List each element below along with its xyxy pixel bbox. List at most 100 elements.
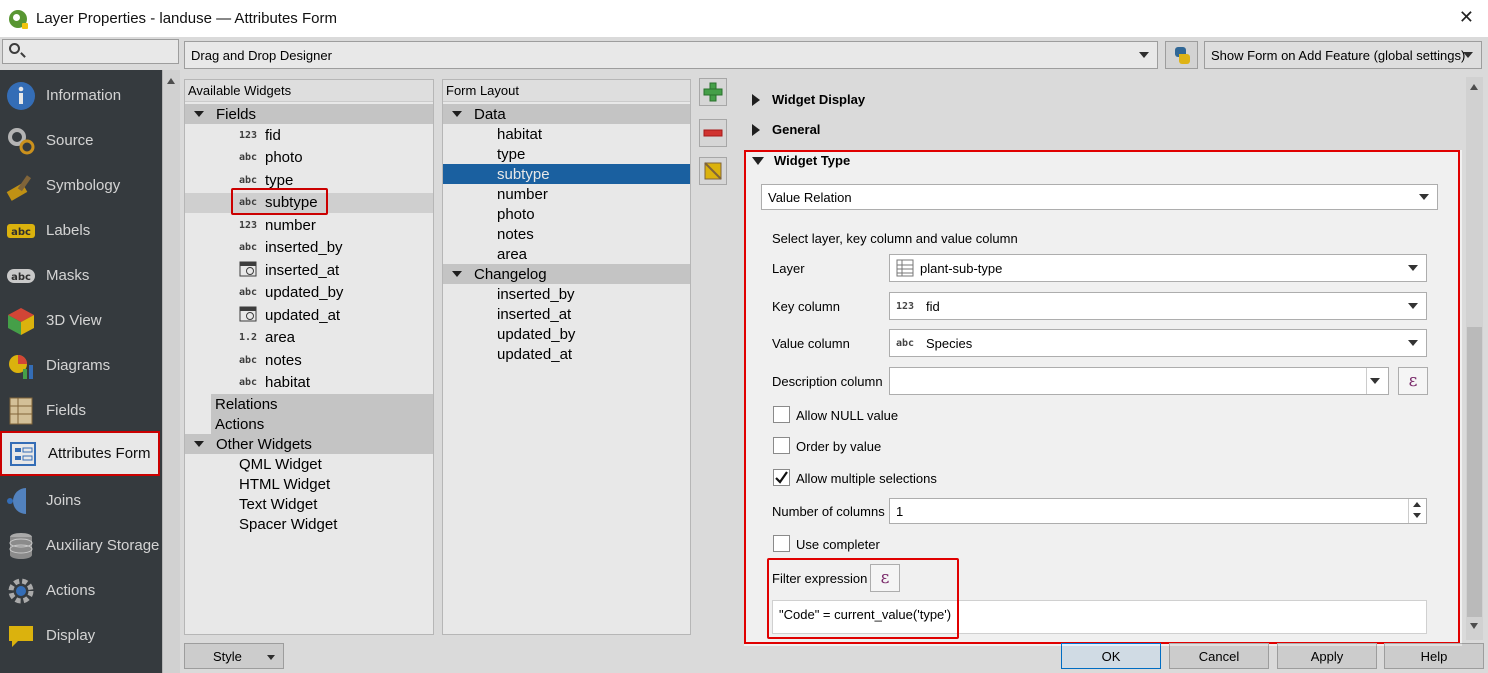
form-layout-item-habitat[interactable]: habitat <box>443 124 690 144</box>
invert-selection-button[interactable] <box>699 157 727 185</box>
form-layout-item-inserted_at[interactable]: inserted_at <box>497 304 571 324</box>
form-layout-item-area[interactable]: area <box>443 244 690 264</box>
help-button[interactable]: Help <box>1384 643 1484 669</box>
filter-expression-label: Filter expression <box>772 571 868 586</box>
layer-select[interactable]: plant-sub-type <box>889 254 1427 282</box>
cancel-button[interactable]: Cancel <box>1169 643 1269 669</box>
tree-item-field-notes[interactable]: abc notes <box>237 350 302 370</box>
allow-null-checkbox[interactable] <box>773 406 790 423</box>
sidebar-item-3d-view[interactable]: 3D View <box>0 298 162 343</box>
spin-down-icon[interactable] <box>1413 513 1421 518</box>
sidebar-item-labels[interactable]: abc Labels <box>0 208 162 253</box>
apply-button[interactable]: Apply <box>1277 643 1377 669</box>
scroll-thumb[interactable] <box>1467 327 1482 617</box>
chevron-down-icon <box>1370 378 1380 384</box>
expand-arrow-icon[interactable] <box>194 111 204 117</box>
tree-item-text-widget[interactable]: Text Widget <box>239 494 317 514</box>
tree-item-field-updated_by[interactable]: abc updated_by <box>237 283 343 303</box>
section-general[interactable]: General <box>752 122 820 137</box>
filter-expression-input[interactable]: "Code" = current_value('type') <box>772 600 1427 634</box>
form-layout-item-type[interactable]: type <box>443 144 690 164</box>
tree-item-field-inserted_at[interactable]: inserted_at <box>237 260 339 280</box>
section-widget-type[interactable]: Widget Type <box>752 153 850 168</box>
search-input[interactable] <box>2 39 179 64</box>
sidebar-scrollbar[interactable] <box>162 70 180 673</box>
value-column-select[interactable]: abc Species <box>889 329 1427 357</box>
scroll-down-icon[interactable] <box>1470 623 1478 629</box>
form-layout-item-photo[interactable]: photo <box>443 204 690 224</box>
plus-icon <box>703 82 723 102</box>
filter-expression-button[interactable]: ε <box>870 564 900 592</box>
number-of-columns-spinbox[interactable]: 1 <box>889 498 1427 524</box>
expand-arrow-icon[interactable] <box>194 441 204 447</box>
qgis-logo-icon <box>9 9 28 29</box>
tree-item-field-habitat[interactable]: abc habitat <box>237 373 310 393</box>
form-layout-tree[interactable]: Form Layout Data habitat type subtype numbe… <box>442 79 691 635</box>
tree-group-actions[interactable]: Actions <box>211 414 433 434</box>
tree-group-relations[interactable]: Relations <box>211 394 433 414</box>
designer-mode-select[interactable]: Drag and Drop Designer <box>184 41 1158 69</box>
sidebar-item-joins[interactable]: Joins <box>0 478 162 523</box>
sidebar-item-diagrams[interactable]: Diagrams <box>0 343 162 388</box>
sidebar-item-actions[interactable]: Actions <box>0 568 162 613</box>
allow-multiple-checkbox[interactable] <box>773 469 790 486</box>
tree-item-field-inserted_by[interactable]: abc inserted_by <box>237 238 343 258</box>
form-layout-item-updated_by[interactable]: updated_by <box>497 324 575 344</box>
available-widgets-tree[interactable]: Available Widgets Fields 123 fid abc photo a… <box>184 79 434 635</box>
form-layout-item-updated_at[interactable]: updated_at <box>497 344 572 364</box>
form-layout-item-inserted_by[interactable]: inserted_by <box>497 284 575 304</box>
tree-item-field-subtype[interactable]: abc subtype <box>185 192 433 213</box>
sidebar-item-auxiliary-storage[interactable]: Auxiliary Storage <box>0 523 162 568</box>
sidebar-item-masks[interactable]: abc Masks <box>0 253 162 298</box>
tree-item-qml-widget[interactable]: QML Widget <box>239 454 322 474</box>
sidebar-item-symbology[interactable]: Symbology <box>0 163 162 208</box>
form-layout-item-number[interactable]: number <box>443 184 690 204</box>
sidebar-item-fields[interactable]: Fields <box>0 388 162 433</box>
tree-item-field-area[interactable]: 1.2 area <box>237 328 295 348</box>
form-layout-item-subtype[interactable]: subtype <box>443 164 690 184</box>
tree-group-data[interactable]: Data <box>443 104 690 124</box>
add-container-button[interactable] <box>699 78 727 106</box>
display-icon <box>6 621 36 651</box>
form-layout-item-notes[interactable]: notes <box>443 224 690 244</box>
title-bar: Layer Properties - landuse — Attributes … <box>0 0 1488 37</box>
expand-arrow-icon[interactable] <box>452 111 462 117</box>
order-by-value-checkbox[interactable] <box>773 437 790 454</box>
spinbox-arrows[interactable] <box>1408 499 1426 523</box>
tree-item-html-widget[interactable]: HTML Widget <box>239 474 330 494</box>
expand-arrow-icon[interactable] <box>452 271 462 277</box>
tree-item-field-fid[interactable]: 123 fid <box>237 125 281 145</box>
python-init-button[interactable] <box>1165 41 1198 69</box>
sidebar-item-display[interactable]: Display <box>0 613 162 658</box>
config-scrollbar[interactable] <box>1466 77 1483 640</box>
ok-button[interactable]: OK <box>1061 643 1161 669</box>
tree-group-changelog[interactable]: Changelog <box>443 264 690 284</box>
sidebar-item-source[interactable]: Source <box>0 118 162 163</box>
scroll-up-icon[interactable] <box>1470 84 1478 90</box>
close-icon[interactable]: ✕ <box>1459 7 1474 28</box>
tree-item-field-updated_at[interactable]: updated_at <box>237 305 340 325</box>
symbology-icon <box>6 171 36 201</box>
layer-value: plant-sub-type <box>920 260 1003 276</box>
show-form-select[interactable]: Show Form on Add Feature (global setting… <box>1204 41 1482 69</box>
spin-up-icon[interactable] <box>1413 502 1421 507</box>
attributes-form-icon <box>8 439 38 469</box>
use-completer-checkbox[interactable] <box>773 535 790 552</box>
tree-group-other-widgets[interactable]: Other Widgets <box>185 434 433 454</box>
tree-item-field-number[interactable]: 123 number <box>237 215 316 235</box>
description-column-input[interactable] <box>889 367 1389 395</box>
remove-item-button[interactable] <box>699 119 727 147</box>
tree-item-field-type[interactable]: abc type <box>237 170 293 190</box>
tree-item-field-photo[interactable]: abc photo <box>237 148 303 168</box>
section-widget-display[interactable]: Widget Display <box>752 92 865 107</box>
widget-type-select[interactable]: Value Relation <box>761 184 1438 210</box>
tree-item-spacer-widget[interactable]: Spacer Widget <box>239 514 337 534</box>
tree-group-fields[interactable]: Fields <box>185 104 433 124</box>
chevron-down-icon <box>1408 303 1418 309</box>
style-menu-button[interactable]: Style <box>184 643 284 669</box>
description-expression-button[interactable]: ε <box>1398 367 1428 395</box>
sidebar-item-information[interactable]: Information <box>0 73 162 118</box>
sidebar-item-attributes-form[interactable]: Attributes Form <box>0 431 160 476</box>
key-column-select[interactable]: 123 fid <box>889 292 1427 320</box>
scroll-up-icon[interactable] <box>167 78 175 84</box>
